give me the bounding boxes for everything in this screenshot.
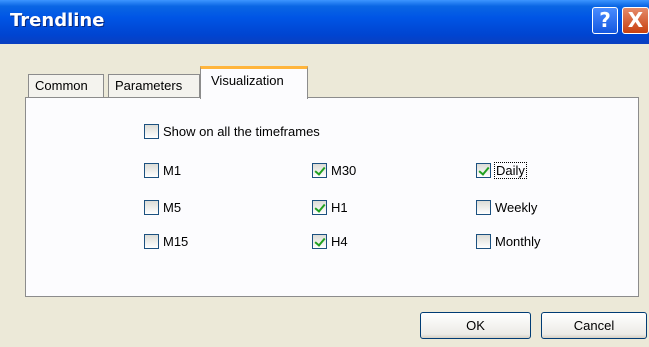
timeframe-label: H4 xyxy=(331,234,348,249)
visualization-panel xyxy=(25,97,639,297)
timeframe-label: Weekly xyxy=(495,200,538,215)
checkmark-icon[interactable] xyxy=(312,234,327,249)
timeframe-label: M15 xyxy=(163,234,189,249)
checkbox-box[interactable] xyxy=(144,200,159,215)
title-bar[interactable]: Trendline ? X xyxy=(0,0,649,44)
timeframe-label: M30 xyxy=(331,163,357,178)
timeframe-h1-checkbox[interactable]: H1 xyxy=(312,200,348,215)
tab-common[interactable]: Common xyxy=(28,74,104,98)
timeframe-m15-checkbox[interactable]: M15 xyxy=(144,234,188,249)
checkbox-box[interactable] xyxy=(476,234,491,249)
trendline-dialog: Trendline ? X Common Parameters Visualiz… xyxy=(0,0,649,347)
checkbox-box[interactable] xyxy=(476,200,491,215)
timeframe-weekly-checkbox[interactable]: Weekly xyxy=(476,200,537,215)
cancel-button[interactable]: Cancel xyxy=(541,312,647,339)
all-timeframes-checkbox[interactable]: Show on all the timeframes xyxy=(144,124,320,139)
checkmark-icon[interactable] xyxy=(476,163,491,178)
timeframe-m5-checkbox[interactable]: M5 xyxy=(144,200,181,215)
timeframe-label: Monthly xyxy=(495,234,541,249)
dialog-title: Trendline xyxy=(10,10,105,31)
timeframe-m1-checkbox[interactable]: M1 xyxy=(144,163,181,178)
tab-parameters[interactable]: Parameters xyxy=(108,74,200,98)
checkbox-box[interactable] xyxy=(144,124,159,139)
timeframe-daily-checkbox[interactable]: Daily xyxy=(476,162,527,179)
close-icon[interactable]: X xyxy=(622,7,649,34)
timeframe-h4-checkbox[interactable]: H4 xyxy=(312,234,348,249)
timeframe-monthly-checkbox[interactable]: Monthly xyxy=(476,234,541,249)
timeframe-label: H1 xyxy=(331,200,348,215)
timeframe-label: M1 xyxy=(163,163,182,178)
tab-visualization[interactable]: Visualization xyxy=(200,66,308,99)
all-timeframes-label: Show on all the timeframes xyxy=(163,124,320,139)
timeframe-m30-checkbox[interactable]: M30 xyxy=(312,163,356,178)
checkbox-box[interactable] xyxy=(144,163,159,178)
timeframe-label: Daily xyxy=(494,162,527,179)
checkmark-icon[interactable] xyxy=(312,163,327,178)
checkmark-icon[interactable] xyxy=(312,200,327,215)
checkbox-box[interactable] xyxy=(144,234,159,249)
timeframe-label: M5 xyxy=(163,200,182,215)
help-icon[interactable]: ? xyxy=(592,7,618,34)
ok-button[interactable]: OK xyxy=(420,312,531,339)
